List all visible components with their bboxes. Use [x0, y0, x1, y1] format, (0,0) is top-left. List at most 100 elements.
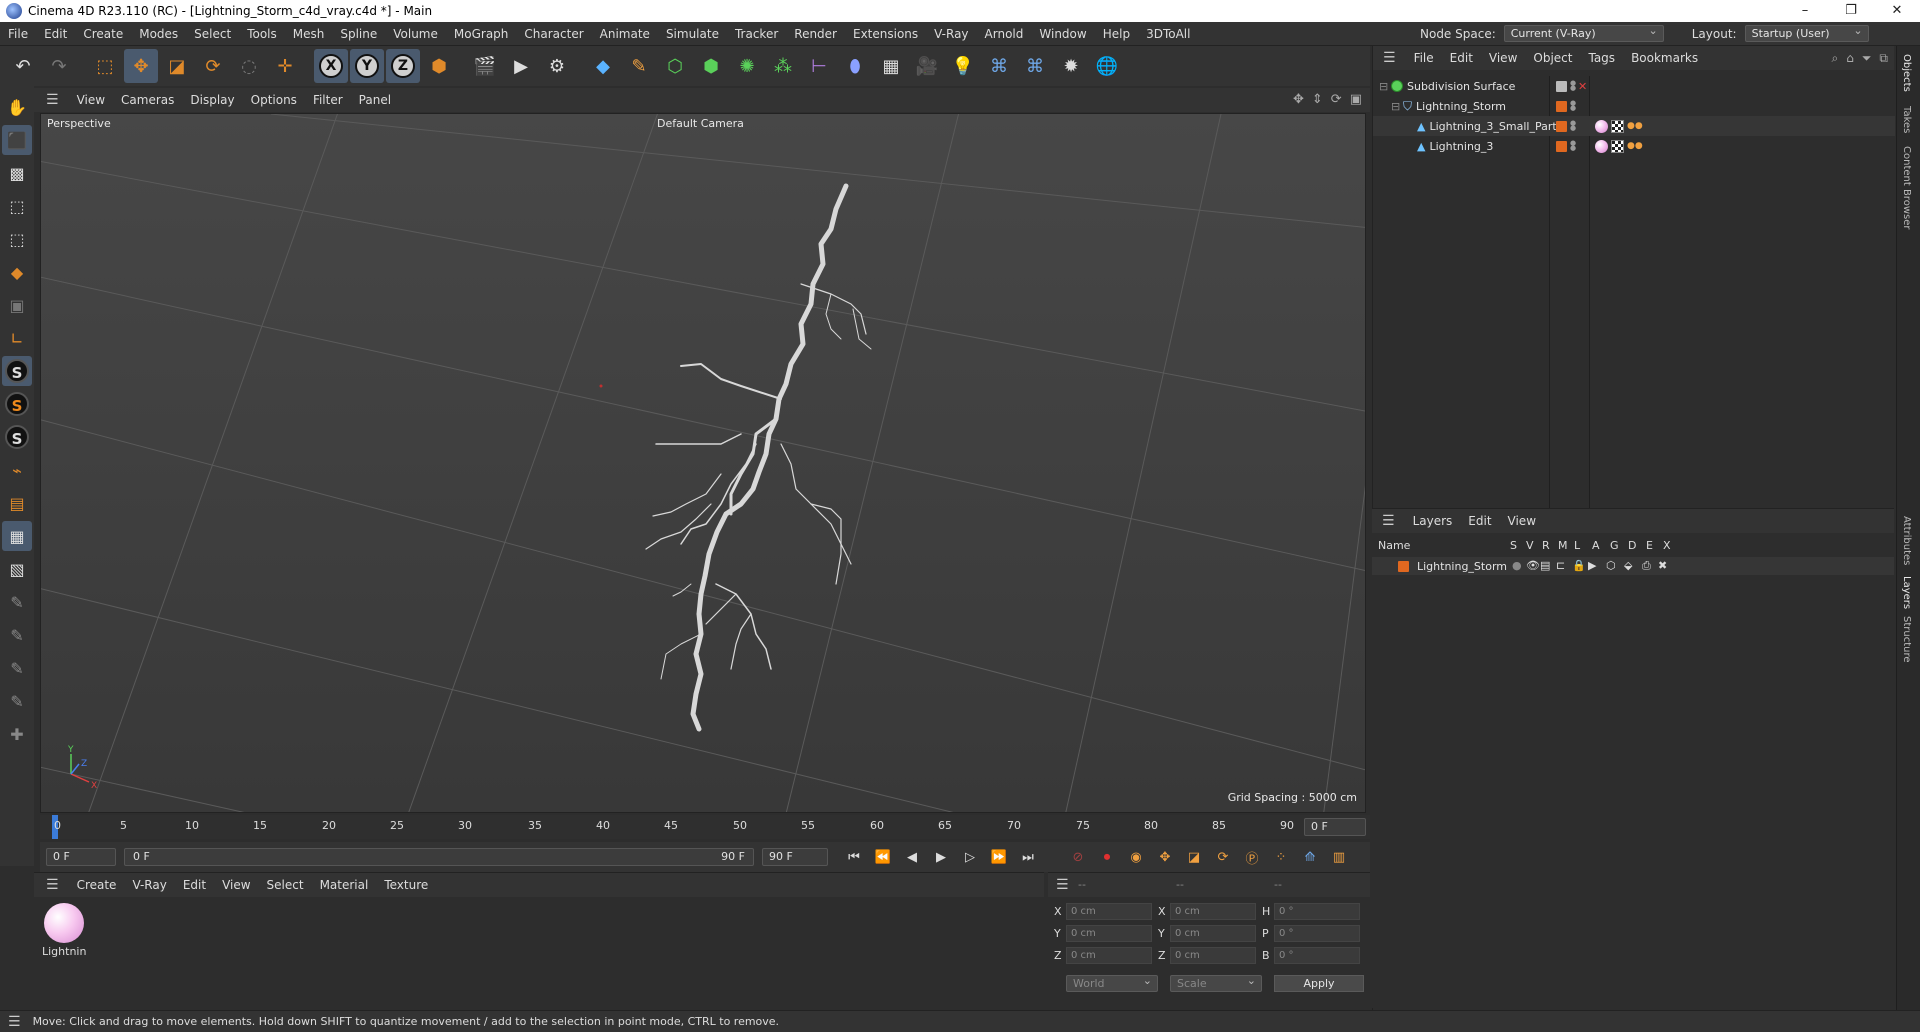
- menu-create[interactable]: Create: [75, 27, 131, 41]
- tab-objects[interactable]: Objects: [1901, 54, 1912, 92]
- solo-off-icon[interactable]: S: [2, 422, 32, 452]
- viewport-menu-filter[interactable]: Filter: [305, 93, 351, 107]
- model-mode-icon[interactable]: ✋: [2, 92, 32, 122]
- dolly-view-icon[interactable]: ⇕: [1312, 92, 1323, 107]
- y-axis-lock-icon[interactable]: Y: [350, 49, 384, 83]
- search-icon[interactable]: ⌕: [1831, 51, 1838, 66]
- menu-animate[interactable]: Animate: [592, 27, 658, 41]
- viewport-menu-icon[interactable]: ☰: [46, 92, 59, 108]
- home-icon[interactable]: ⌂: [1846, 51, 1854, 66]
- visibility-dots-icon[interactable]: ● ●: [1570, 120, 1576, 132]
- deformer-icon[interactable]: ⬙: [1624, 559, 1632, 572]
- material-menu-icon[interactable]: ☰: [46, 877, 59, 893]
- layer-row[interactable]: Lightning_Storm ● 👁 ▤ ⊏ 🔒 ▶ ⬡ ⬙ ⎙ ✖: [1372, 557, 1894, 575]
- orbit-view-icon[interactable]: ⟳: [1331, 92, 1342, 107]
- texture-tag-icon[interactable]: [1611, 139, 1624, 153]
- object-mode-icon[interactable]: ⬛: [2, 125, 32, 155]
- selection-tag-icon[interactable]: ●●: [1627, 141, 1643, 151]
- filter-icon[interactable]: ⏷: [1862, 51, 1872, 66]
- object-menu-edit[interactable]: Edit: [1442, 51, 1481, 65]
- viewport-menu-options[interactable]: Options: [243, 93, 305, 107]
- light-icon[interactable]: 💡: [946, 49, 980, 83]
- new-window-icon[interactable]: ⧉: [1879, 51, 1888, 66]
- object-row[interactable]: ⊟ Subdivision Surface ● ● ✕: [1373, 76, 1895, 96]
- locked-workplane-icon[interactable]: ▦: [2, 521, 32, 551]
- menu-spline[interactable]: Spline: [332, 27, 385, 41]
- solo-dot-icon[interactable]: ●: [1512, 559, 1522, 572]
- key-rotation-icon[interactable]: ⟳: [1209, 845, 1237, 869]
- planar-workplane-icon[interactable]: ▧: [2, 554, 32, 584]
- menu-tools[interactable]: Tools: [239, 27, 285, 41]
- paint-brush-icon[interactable]: ✎: [2, 620, 32, 650]
- cube-primitive-icon[interactable]: ◆: [586, 49, 620, 83]
- expand-icon[interactable]: ⊟: [1379, 80, 1388, 93]
- key-parameter-icon[interactable]: Ⓟ: [1238, 845, 1266, 869]
- sculpt-brush-icon[interactable]: ✎: [2, 587, 32, 617]
- menu-arnold[interactable]: Arnold: [977, 27, 1032, 41]
- object-menu-tags[interactable]: Tags: [1580, 51, 1623, 65]
- play-icon[interactable]: ▶: [927, 845, 955, 869]
- menu-character[interactable]: Character: [516, 27, 591, 41]
- pen-spline-icon[interactable]: ✎: [622, 49, 656, 83]
- camera-icon[interactable]: 🎥: [910, 49, 944, 83]
- size-z-field[interactable]: 0 cm: [1170, 947, 1256, 964]
- floor-icon[interactable]: ▦: [874, 49, 908, 83]
- menu-mograph[interactable]: MoGraph: [446, 27, 517, 41]
- tab-content-browser[interactable]: Content Browser: [1901, 146, 1912, 229]
- selection-tag-icon[interactable]: ●●: [1627, 121, 1643, 131]
- key-scale-icon[interactable]: ◪: [1180, 845, 1208, 869]
- visibility-dots-icon[interactable]: ● ●: [1570, 140, 1576, 152]
- perspective-viewport[interactable]: Y Z X Perspective Default Camera Grid Sp…: [40, 113, 1366, 813]
- material-menu-vray[interactable]: V-Ray: [124, 878, 174, 892]
- previous-key-icon[interactable]: ⏪: [869, 845, 897, 869]
- menu-volume[interactable]: Volume: [385, 27, 446, 41]
- material-menu-view[interactable]: View: [214, 878, 258, 892]
- field-icon[interactable]: ⬮: [838, 49, 872, 83]
- object-menu-bookmarks[interactable]: Bookmarks: [1623, 51, 1706, 65]
- object-menu-file[interactable]: File: [1406, 51, 1442, 65]
- menu-mesh[interactable]: Mesh: [285, 27, 333, 41]
- key-position-icon[interactable]: ✥: [1151, 845, 1179, 869]
- disabled-x-icon[interactable]: ✕: [1578, 80, 1587, 93]
- menu-modes[interactable]: Modes: [131, 27, 186, 41]
- viewport-menu-cameras[interactable]: Cameras: [113, 93, 182, 107]
- go-to-end-icon[interactable]: ⏭: [1014, 845, 1042, 869]
- layer-color-icon[interactable]: [1556, 120, 1567, 132]
- animation-icon[interactable]: ▶: [1588, 559, 1596, 572]
- tab-attributes[interactable]: Attributes: [1901, 516, 1912, 565]
- redo-icon[interactable]: ↷: [42, 49, 76, 83]
- scale-tool-icon[interactable]: ◪: [160, 49, 194, 83]
- undo-icon[interactable]: ↶: [6, 49, 40, 83]
- material-menu-select[interactable]: Select: [259, 878, 312, 892]
- render-settings-icon[interactable]: ⚙: [540, 49, 574, 83]
- material-tag-icon[interactable]: [1595, 119, 1608, 133]
- render-view-icon[interactable]: ▶: [504, 49, 538, 83]
- python-icon[interactable]: ⌘: [982, 49, 1016, 83]
- previous-frame-icon[interactable]: ◀: [898, 845, 926, 869]
- menu-help[interactable]: Help: [1095, 27, 1138, 41]
- polygons-mode-icon[interactable]: ◆: [2, 257, 32, 287]
- menu-simulate[interactable]: Simulate: [658, 27, 727, 41]
- recent-tool-icon[interactable]: ◌: [232, 49, 266, 83]
- maximize-button[interactable]: ❐: [1828, 0, 1874, 22]
- rotation-p-field[interactable]: 0 °: [1274, 925, 1360, 942]
- position-y-field[interactable]: 0 cm: [1066, 925, 1152, 942]
- tab-structure[interactable]: Structure: [1901, 616, 1912, 663]
- move-tool-icon[interactable]: ✥: [124, 49, 158, 83]
- menu-file[interactable]: File: [0, 27, 36, 41]
- layer-menu-edit[interactable]: Edit: [1460, 514, 1499, 528]
- motion-system-icon[interactable]: ⟰: [1296, 845, 1324, 869]
- vray-globe-icon[interactable]: 🌐: [1090, 49, 1124, 83]
- workplane-icon[interactable]: ▤: [2, 488, 32, 518]
- snap-icon[interactable]: ⌁: [2, 455, 32, 485]
- viewport-menu-display[interactable]: Display: [182, 93, 242, 107]
- timeline-ruler[interactable]: 0 5 10 15 20 25 30 35 40 45 50 55 60 65 …: [40, 815, 1370, 839]
- deformer-icon[interactable]: ⊢: [802, 49, 836, 83]
- xref-icon[interactable]: ✖: [1658, 559, 1667, 572]
- menu-tracker[interactable]: Tracker: [727, 27, 786, 41]
- expand-icon[interactable]: ⊟: [1391, 100, 1400, 113]
- layer-color-icon[interactable]: [1556, 100, 1567, 112]
- key-pla-icon[interactable]: ⁘: [1267, 845, 1295, 869]
- object-menu-icon[interactable]: ☰: [1383, 50, 1396, 66]
- coordinate-system-icon[interactable]: ⬢: [422, 49, 456, 83]
